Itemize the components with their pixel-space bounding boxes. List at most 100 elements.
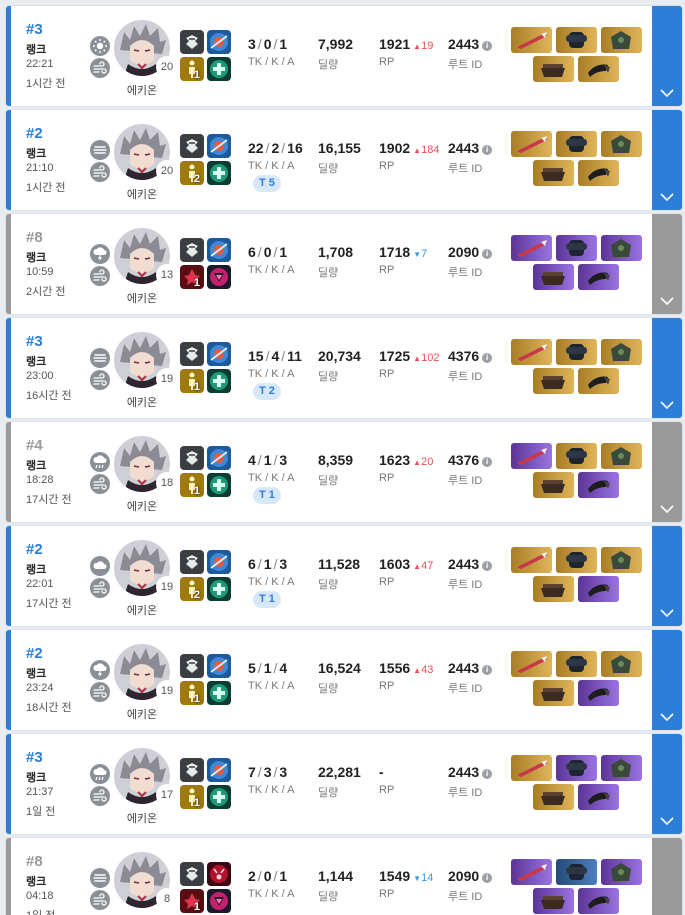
equipment-item-icon[interactable] (556, 755, 597, 781)
equipment-item-icon[interactable] (578, 160, 619, 186)
equipment-item-icon[interactable] (511, 27, 552, 53)
sprint-icon[interactable]: 2 (180, 161, 204, 185)
info-icon[interactable]: i (482, 457, 493, 467)
info-icon[interactable]: i (482, 665, 493, 675)
equipment-item-icon[interactable] (578, 56, 619, 82)
equipment-item-icon[interactable] (578, 264, 619, 290)
route-id-value[interactable]: 2443 i (448, 36, 493, 52)
demon-icon[interactable] (207, 862, 231, 886)
equipment-item-icon[interactable] (511, 651, 552, 677)
route-id-value[interactable]: 2090 i (448, 244, 493, 260)
route-id-value[interactable]: 2443 i (448, 660, 493, 676)
match-card[interactable]: #2 랭크 23:24 18시간 전 19 에키온 1 5/1/4 TK / K / A 16,5… (6, 630, 682, 730)
equipment-item-icon[interactable] (601, 235, 642, 261)
equipment-item-icon[interactable] (578, 784, 619, 810)
shield-orb-icon[interactable] (207, 238, 231, 262)
strike-icon[interactable] (180, 758, 204, 782)
equipment-item-icon[interactable] (533, 56, 574, 82)
info-icon[interactable]: i (482, 249, 493, 259)
equipment-item-icon[interactable] (556, 859, 597, 885)
equipment-item-icon[interactable] (578, 368, 619, 394)
equipment-item-icon[interactable] (533, 784, 574, 810)
equipment-item-icon[interactable] (511, 859, 552, 885)
equipment-item-icon[interactable] (511, 131, 552, 157)
equipment-item-icon[interactable] (533, 576, 574, 602)
berserk-icon[interactable]: 1 (180, 265, 204, 289)
expand-button[interactable] (652, 318, 682, 418)
sprint-icon[interactable]: 1 (180, 785, 204, 809)
match-card[interactable]: #3 랭크 22:21 1시간 전 20 에키온 1 3/0/1 TK / K / A 7,992… (6, 6, 682, 106)
expand-button[interactable] (652, 734, 682, 834)
strike-icon[interactable] (180, 550, 204, 574)
rune-icon[interactable] (207, 265, 231, 289)
equipment-item-icon[interactable] (533, 368, 574, 394)
equipment-item-icon[interactable] (578, 472, 619, 498)
info-icon[interactable]: i (482, 769, 493, 779)
equipment-item-icon[interactable] (601, 755, 642, 781)
heal-icon[interactable] (207, 473, 231, 497)
equipment-item-icon[interactable] (511, 755, 552, 781)
match-card[interactable]: #4 랭크 18:28 17시간 전 18 에키온 1 4/1/3 TK / K / AT 18… (6, 422, 682, 522)
shield-orb-icon[interactable] (207, 30, 231, 54)
sprint-icon[interactable]: 1 (180, 369, 204, 393)
equipment-item-icon[interactable] (533, 888, 574, 914)
equipment-item-icon[interactable] (601, 547, 642, 573)
equipment-item-icon[interactable] (601, 339, 642, 365)
shield-orb-icon[interactable] (207, 758, 231, 782)
shield-orb-icon[interactable] (207, 550, 231, 574)
strike-icon[interactable] (180, 134, 204, 158)
equipment-item-icon[interactable] (601, 27, 642, 53)
equipment-item-icon[interactable] (601, 131, 642, 157)
match-card[interactable]: #2 랭크 21:10 1시간 전 20 에키온 2 22/2/16 TK / K / AT 5… (6, 110, 682, 210)
route-id-value[interactable]: 2443 i (448, 764, 493, 780)
expand-button[interactable] (652, 214, 682, 314)
sprint-icon[interactable]: 1 (180, 57, 204, 81)
info-icon[interactable]: i (482, 41, 493, 51)
equipment-item-icon[interactable] (556, 235, 597, 261)
match-card[interactable]: #3 랭크 21:37 1일 전 17 에키온 1 7/3/3 TK / K / A 22,281… (6, 734, 682, 834)
route-id-value[interactable]: 2090 i (448, 868, 493, 884)
match-card[interactable]: #2 랭크 22:01 17시간 전 19 에키온 2 6/1/3 TK / K / A T 1 1… (6, 526, 682, 626)
info-icon[interactable]: i (482, 145, 493, 155)
match-card[interactable]: #3 랭크 23:00 16시간 전 19 에키온 1 15/4/11 TK / K / A T … (6, 318, 682, 418)
equipment-item-icon[interactable] (533, 160, 574, 186)
equipment-item-icon[interactable] (511, 339, 552, 365)
expand-button[interactable] (652, 526, 682, 626)
equipment-item-icon[interactable] (556, 651, 597, 677)
equipment-item-icon[interactable] (601, 859, 642, 885)
match-card[interactable]: #8 랭크 10:59 2시간 전 13 에키온 1 6/0/1 TK / K / A 1,708… (6, 214, 682, 314)
shield-orb-icon[interactable] (207, 446, 231, 470)
equipment-item-icon[interactable] (578, 576, 619, 602)
equipment-item-icon[interactable] (511, 235, 552, 261)
heal-icon[interactable] (207, 161, 231, 185)
expand-button[interactable] (652, 630, 682, 730)
equipment-item-icon[interactable] (556, 443, 597, 469)
sprint-icon[interactable]: 2 (180, 577, 204, 601)
strike-icon[interactable] (180, 862, 204, 886)
sprint-icon[interactable]: 1 (180, 681, 204, 705)
strike-icon[interactable] (180, 238, 204, 262)
heal-icon[interactable] (207, 785, 231, 809)
expand-button[interactable] (652, 6, 682, 106)
equipment-item-icon[interactable] (533, 680, 574, 706)
info-icon[interactable]: i (482, 353, 493, 363)
shield-orb-icon[interactable] (207, 134, 231, 158)
match-card[interactable]: #8랭크04:181일 전8에키온12/0/1TK / K / A1,144딜량… (6, 838, 682, 915)
shield-orb-icon[interactable] (207, 342, 231, 366)
expand-button[interactable] (652, 838, 682, 915)
route-id-value[interactable]: 4376 i (448, 348, 493, 364)
strike-icon[interactable] (180, 446, 204, 470)
expand-button[interactable] (652, 422, 682, 522)
shield-orb-icon[interactable] (207, 654, 231, 678)
heal-icon[interactable] (207, 577, 231, 601)
equipment-item-icon[interactable] (511, 443, 552, 469)
rune-icon[interactable] (207, 889, 231, 913)
equipment-item-icon[interactable] (556, 547, 597, 573)
equipment-item-icon[interactable] (601, 651, 642, 677)
expand-button[interactable] (652, 110, 682, 210)
heal-icon[interactable] (207, 681, 231, 705)
equipment-item-icon[interactable] (556, 27, 597, 53)
equipment-item-icon[interactable] (601, 443, 642, 469)
info-icon[interactable]: i (482, 561, 493, 571)
equipment-item-icon[interactable] (578, 680, 619, 706)
